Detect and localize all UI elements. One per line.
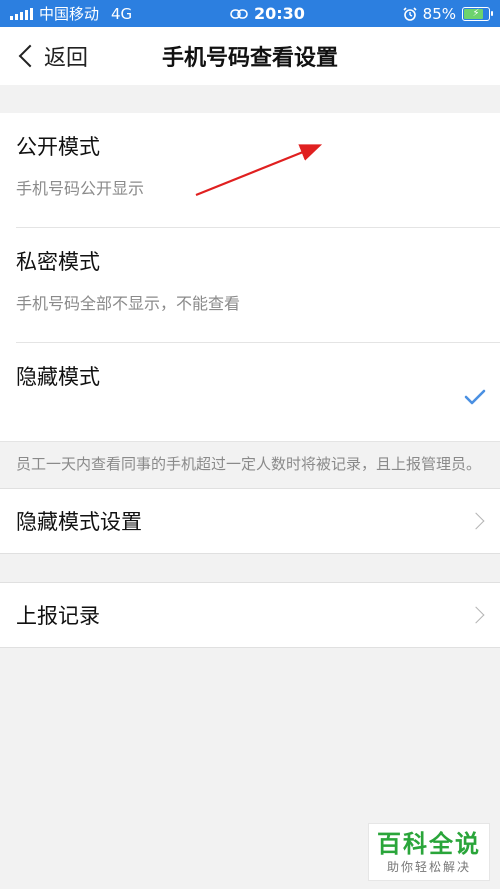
watermark-title: 百科全说 xyxy=(377,829,481,858)
network-label: 4G xyxy=(111,4,133,23)
chevron-right-icon xyxy=(467,606,485,624)
mode-item-private[interactable]: 私密模式 手机号码全部不显示，不能查看 xyxy=(0,228,500,343)
mode-item-public[interactable]: 公开模式 手机号码公开显示 xyxy=(0,113,500,228)
row-label: 隐藏模式设置 xyxy=(16,510,142,534)
chevron-right-icon xyxy=(467,512,485,530)
battery-icon: ⚡ xyxy=(462,6,493,21)
mode-item-hidden[interactable]: 隐藏模式 xyxy=(0,343,500,441)
mode-title: 公开模式 xyxy=(16,135,100,159)
carrier-label: 中国移动 xyxy=(39,5,100,23)
mode-title: 隐藏模式 xyxy=(16,365,100,389)
mode-list: 公开模式 手机号码公开显示 私密模式 手机号码全部不显示，不能查看 隐藏模式 xyxy=(0,113,500,441)
mode-subtitle: 手机号码全部不显示，不能查看 xyxy=(16,294,241,313)
mode-subtitle: 手机号码公开显示 xyxy=(16,179,145,198)
report-log-row[interactable]: 上报记录 xyxy=(0,582,500,648)
watermark-subtitle: 助你轻松解决 xyxy=(386,859,471,874)
row-label: 上报记录 xyxy=(16,604,100,628)
clock: 20:30 xyxy=(253,4,305,23)
hidden-mode-note: 员工一天内查看同事的手机超过一定人数时将被记录，且上报管理员。 xyxy=(0,441,500,488)
signal-icon xyxy=(10,7,33,20)
back-label: 返回 xyxy=(44,46,89,71)
hidden-mode-settings-row[interactable]: 隐藏模式设置 xyxy=(0,488,500,554)
chevron-left-icon xyxy=(18,44,42,68)
back-button[interactable]: 返回 xyxy=(16,27,88,85)
battery-percent: 85% xyxy=(422,4,456,23)
nav-bar: 返回 手机号码查看设置 xyxy=(0,27,500,85)
mode-title: 私密模式 xyxy=(16,250,100,274)
link-icon xyxy=(230,8,248,19)
watermark-logo: 百科全说 助你轻松解决 xyxy=(368,823,490,881)
status-bar: 中国移动 4G 20:30 85% ⚡ xyxy=(0,0,500,27)
checkmark-icon xyxy=(464,389,486,405)
alarm-icon xyxy=(403,6,417,21)
